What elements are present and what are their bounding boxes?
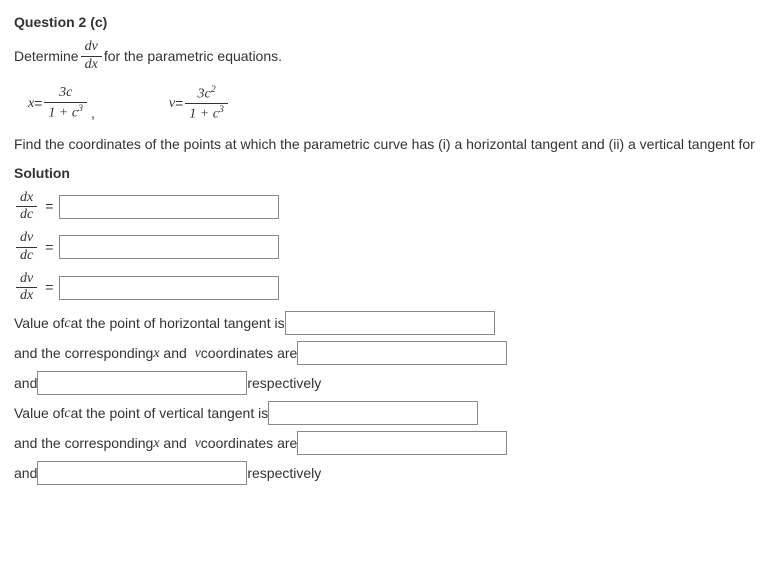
dvdc-num: dv <box>16 230 37 248</box>
v-den-sup: 3 <box>219 104 224 115</box>
intro-pre: Determine <box>14 46 79 67</box>
v-num-pre: 3c <box>198 86 211 101</box>
eq-sign-1: = <box>45 196 53 217</box>
v-num-sup: 2 <box>211 84 216 95</box>
frac-dxdc: dx dc <box>16 190 37 225</box>
dvdc-row: dv dc = <box>14 230 761 265</box>
txt: and the corresponding <box>14 433 153 454</box>
txt2: at the point of horizontal tangent is <box>71 313 285 334</box>
vert-v-input[interactable] <box>37 461 247 485</box>
solution-label: Solution <box>14 163 761 184</box>
intro-line: Determine dv dx for the parametric equat… <box>14 39 761 74</box>
comma: , <box>91 103 95 124</box>
dvdx-num: dv <box>16 271 37 289</box>
v-den-pre: 1 + c <box>189 107 219 122</box>
txt2: at the point of vertical tangent is <box>71 403 269 424</box>
vert-x-input[interactable] <box>297 431 507 455</box>
x-num: 3c <box>44 85 87 103</box>
x-den-pre: 1 + c <box>48 105 78 120</box>
dvdx-input[interactable] <box>59 276 279 300</box>
parametric-equations: x = 3c 1 + c3 , v = 3c2 1 + c3 <box>28 84 761 124</box>
resp-txt2: respectively <box>247 463 321 484</box>
instruction: Find the coordinates of the points at wh… <box>14 134 761 155</box>
txt2: coordinates are <box>201 343 298 364</box>
vert-xy-line: and the corresponding x and v coordinate… <box>14 431 761 455</box>
and-word2: and <box>160 433 195 454</box>
dvdc-input[interactable] <box>59 235 279 259</box>
dvdx-row: dv dx = <box>14 271 761 306</box>
dxdc-input[interactable] <box>59 195 279 219</box>
vert-c-line: Value of c at the point of vertical tang… <box>14 401 761 425</box>
v-eq: = <box>175 93 183 114</box>
x-den-sup: 3 <box>78 103 83 114</box>
frac-den: dx <box>81 57 102 74</box>
and-txt: and <box>14 373 37 394</box>
resp-txt: respectively <box>247 373 321 394</box>
dvdx-den: dx <box>16 288 37 305</box>
txt2: coordinates are <box>201 433 298 454</box>
v-num: 3c2 <box>185 84 228 104</box>
horiz-and-line: and respectively <box>14 371 761 395</box>
frac-dvdx: dv dx <box>81 39 102 74</box>
txt: Value of <box>14 313 64 334</box>
horiz-v-input[interactable] <box>37 371 247 395</box>
dxdc-num: dx <box>16 190 37 208</box>
v-frac: 3c2 1 + c3 <box>185 84 228 124</box>
vert-c-input[interactable] <box>268 401 478 425</box>
dxdc-den: dc <box>16 207 37 224</box>
x-den: 1 + c3 <box>44 103 87 122</box>
dxdc-row: dx dc = <box>14 190 761 225</box>
eq-sign-2: = <box>45 237 53 258</box>
question-title: Question 2 (c) <box>14 12 761 33</box>
and-txt2: and <box>14 463 37 484</box>
txt: and the corresponding <box>14 343 153 364</box>
and-word: and <box>160 343 195 364</box>
horiz-x-input[interactable] <box>297 341 507 365</box>
frac-num: dv <box>81 39 102 57</box>
horiz-xy-line: and the corresponding x and v coordinate… <box>14 341 761 365</box>
dvdc-den: dc <box>16 248 37 265</box>
horiz-c-line: Value of c at the point of horizontal ta… <box>14 311 761 335</box>
x-frac: 3c 1 + c3 <box>44 85 87 122</box>
vert-and-line: and respectively <box>14 461 761 485</box>
x-eq: = <box>34 93 42 114</box>
intro-post: for the parametric equations. <box>104 46 282 67</box>
eq-sign-3: = <box>45 277 53 298</box>
frac-dvdx2: dv dx <box>16 271 37 306</box>
v-den: 1 + c3 <box>185 104 228 123</box>
frac-dvdc: dv dc <box>16 230 37 265</box>
horiz-c-input[interactable] <box>285 311 495 335</box>
txt: Value of <box>14 403 64 424</box>
